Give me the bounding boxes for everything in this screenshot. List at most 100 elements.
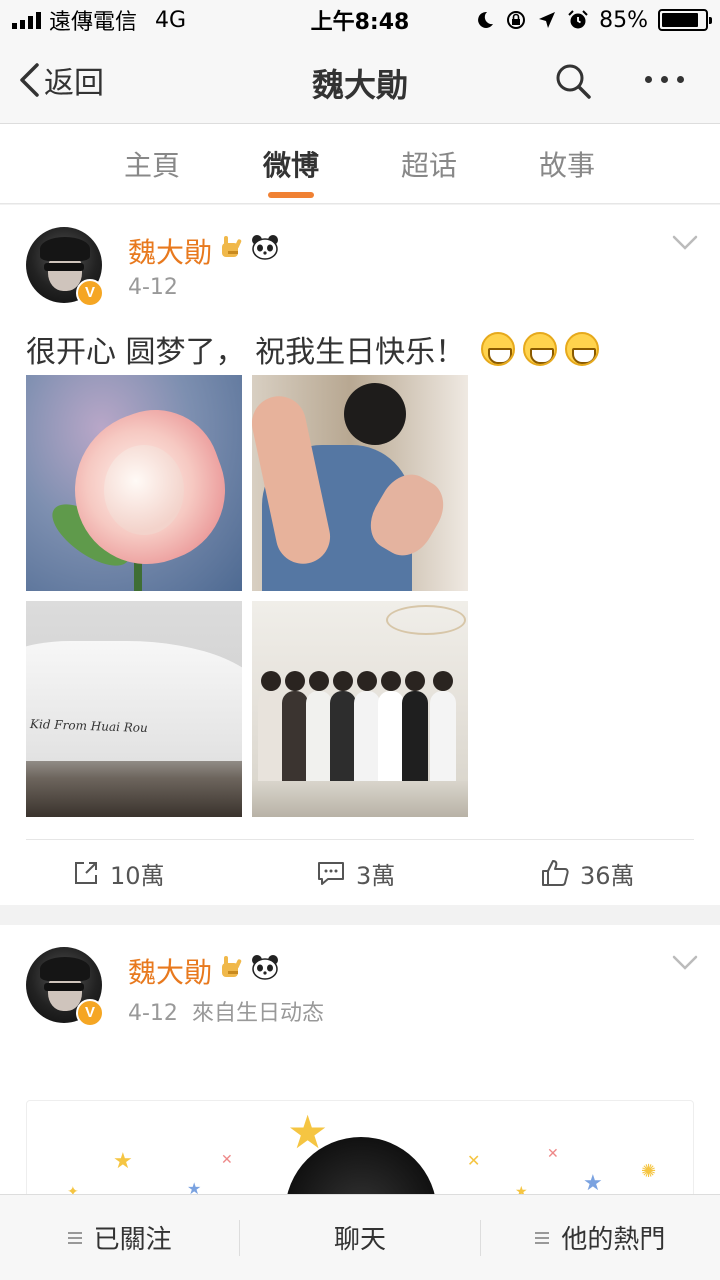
rose-photo[interactable] [26, 375, 242, 591]
thumbs-up-icon [542, 860, 569, 886]
chat-button[interactable]: 聊天 [240, 1219, 479, 1256]
sparkle-icon: ✕ [547, 1146, 559, 1162]
post-meta: 4-12 [128, 275, 178, 300]
hot-posts-label: 他的熱門 [561, 1225, 666, 1255]
chevron-left-icon [20, 63, 39, 97]
group-person [354, 671, 380, 791]
nav-bar: 返回 魏大勛 [0, 40, 720, 124]
group-person [402, 671, 428, 791]
bottom-action-bar: 已關注 聊天 他的熱門 [0, 1194, 720, 1280]
chevron-down-icon [672, 955, 698, 970]
rotation-lock-icon [507, 11, 526, 29]
grin-emoji-icon [523, 332, 558, 366]
post-text-row: 很开心 圆梦了， 祝我生日快乐！ [26, 327, 600, 371]
comment-button[interactable]: 3萬 [316, 853, 395, 893]
sparkle-icon: ✺ [641, 1161, 657, 1182]
post-text: 很开心 圆梦了， 祝我生日快乐！ [26, 335, 466, 370]
group-person [378, 671, 404, 791]
sparkle-icon: ✕ [221, 1152, 233, 1168]
chevron-down-icon [672, 235, 698, 250]
like-count: 36萬 [580, 861, 635, 890]
following-label: 已關注 [93, 1225, 172, 1255]
user-badges[interactable] [218, 233, 280, 261]
avatar-hair [40, 237, 90, 261]
post-author[interactable]: 魏大勛 [128, 231, 212, 271]
group-photo[interactable] [252, 601, 468, 817]
post-meta: 4-12 來自生日动态 [128, 995, 324, 1027]
more-button[interactable] [645, 76, 684, 83]
comment-count: 3萬 [356, 861, 396, 890]
profile-tabs: 主頁 微博 超话 故事 [0, 124, 720, 204]
person-head [344, 383, 406, 445]
signal-icon [12, 11, 41, 29]
grin-emoji-icon [481, 332, 516, 366]
star-icon: ★ [287, 1105, 329, 1159]
group-person [430, 671, 456, 791]
sparkle-icon: ✕ [467, 1151, 481, 1170]
avatar-glasses [44, 263, 84, 271]
post-date: 4-12 [128, 275, 178, 300]
dot [645, 76, 652, 83]
waving-hand-photo[interactable] [252, 375, 468, 591]
group-people [252, 661, 468, 791]
avatar-glasses [44, 983, 84, 991]
page-title: 魏大勛 [311, 66, 408, 104]
rose-center [104, 445, 184, 535]
tab-stories[interactable]: 故事 [517, 144, 617, 184]
sneaker [26, 641, 242, 761]
dot [661, 76, 668, 83]
menu-lines-icon [67, 1229, 82, 1247]
post-menu-button[interactable] [672, 235, 698, 255]
chandelier [386, 605, 466, 635]
location-icon [539, 12, 556, 28]
group-person [306, 671, 332, 791]
star-icon: ★ [113, 1149, 133, 1174]
carrier-name: 遠傳電信 [49, 10, 138, 35]
search-button[interactable] [554, 62, 592, 104]
group-person [330, 671, 356, 791]
post-date: 4-12 [128, 1001, 178, 1026]
comment-icon [318, 862, 344, 885]
post-author[interactable]: 魏大勛 [128, 951, 212, 991]
post-card[interactable]: V 魏大勛 4-12 很开心 圆梦了， 祝我生日快乐！ Kid From Hua… [0, 205, 720, 905]
grin-emoji-icon [565, 332, 600, 366]
avatar-hair [40, 957, 90, 981]
dot [677, 76, 684, 83]
sneaker-photo[interactable]: Kid From Huai Rou [26, 601, 242, 817]
panda-badge-icon [252, 235, 278, 260]
group-person [282, 671, 308, 791]
user-badges[interactable] [218, 953, 280, 981]
emoji-row [481, 332, 600, 366]
menu-lines-icon [535, 1229, 550, 1247]
alarm-icon [568, 10, 588, 29]
moon-icon [478, 11, 494, 28]
verified-badge-icon: V [76, 279, 104, 307]
tab-weibo[interactable]: 微博 [241, 144, 341, 184]
star-icon: ★ [583, 1171, 603, 1196]
battery-fill [662, 13, 698, 27]
post-menu-button[interactable] [672, 955, 698, 975]
active-tab-indicator [268, 192, 314, 198]
tab-home[interactable]: 主頁 [102, 144, 202, 184]
repost-icon [75, 862, 97, 884]
verified-badge-icon: V [76, 999, 104, 1027]
following-button[interactable]: 已關注 [0, 1219, 239, 1256]
post-source[interactable]: 來自生日动态 [192, 1001, 324, 1026]
like-button[interactable]: 36萬 [540, 853, 635, 893]
repost-count: 10萬 [110, 861, 165, 890]
chat-label: 聊天 [333, 1225, 386, 1255]
hand-badge-icon [222, 236, 242, 257]
divider [26, 839, 694, 840]
back-button[interactable]: 返回 [18, 58, 104, 102]
back-label: 返回 [44, 66, 104, 101]
battery-percent: 85% [599, 7, 648, 33]
network-type: 4G [155, 7, 187, 33]
search-icon [556, 64, 591, 99]
tab-super-topic[interactable]: 超话 [379, 144, 479, 184]
panda-badge-icon [252, 955, 278, 980]
battery-icon [658, 9, 712, 31]
repost-button[interactable]: 10萬 [72, 853, 165, 893]
dinner-table [252, 781, 468, 817]
hot-posts-button[interactable]: 他的熱門 [481, 1219, 720, 1256]
status-bar: 遠傳電信 4G 上午8:48 85% [0, 0, 720, 40]
